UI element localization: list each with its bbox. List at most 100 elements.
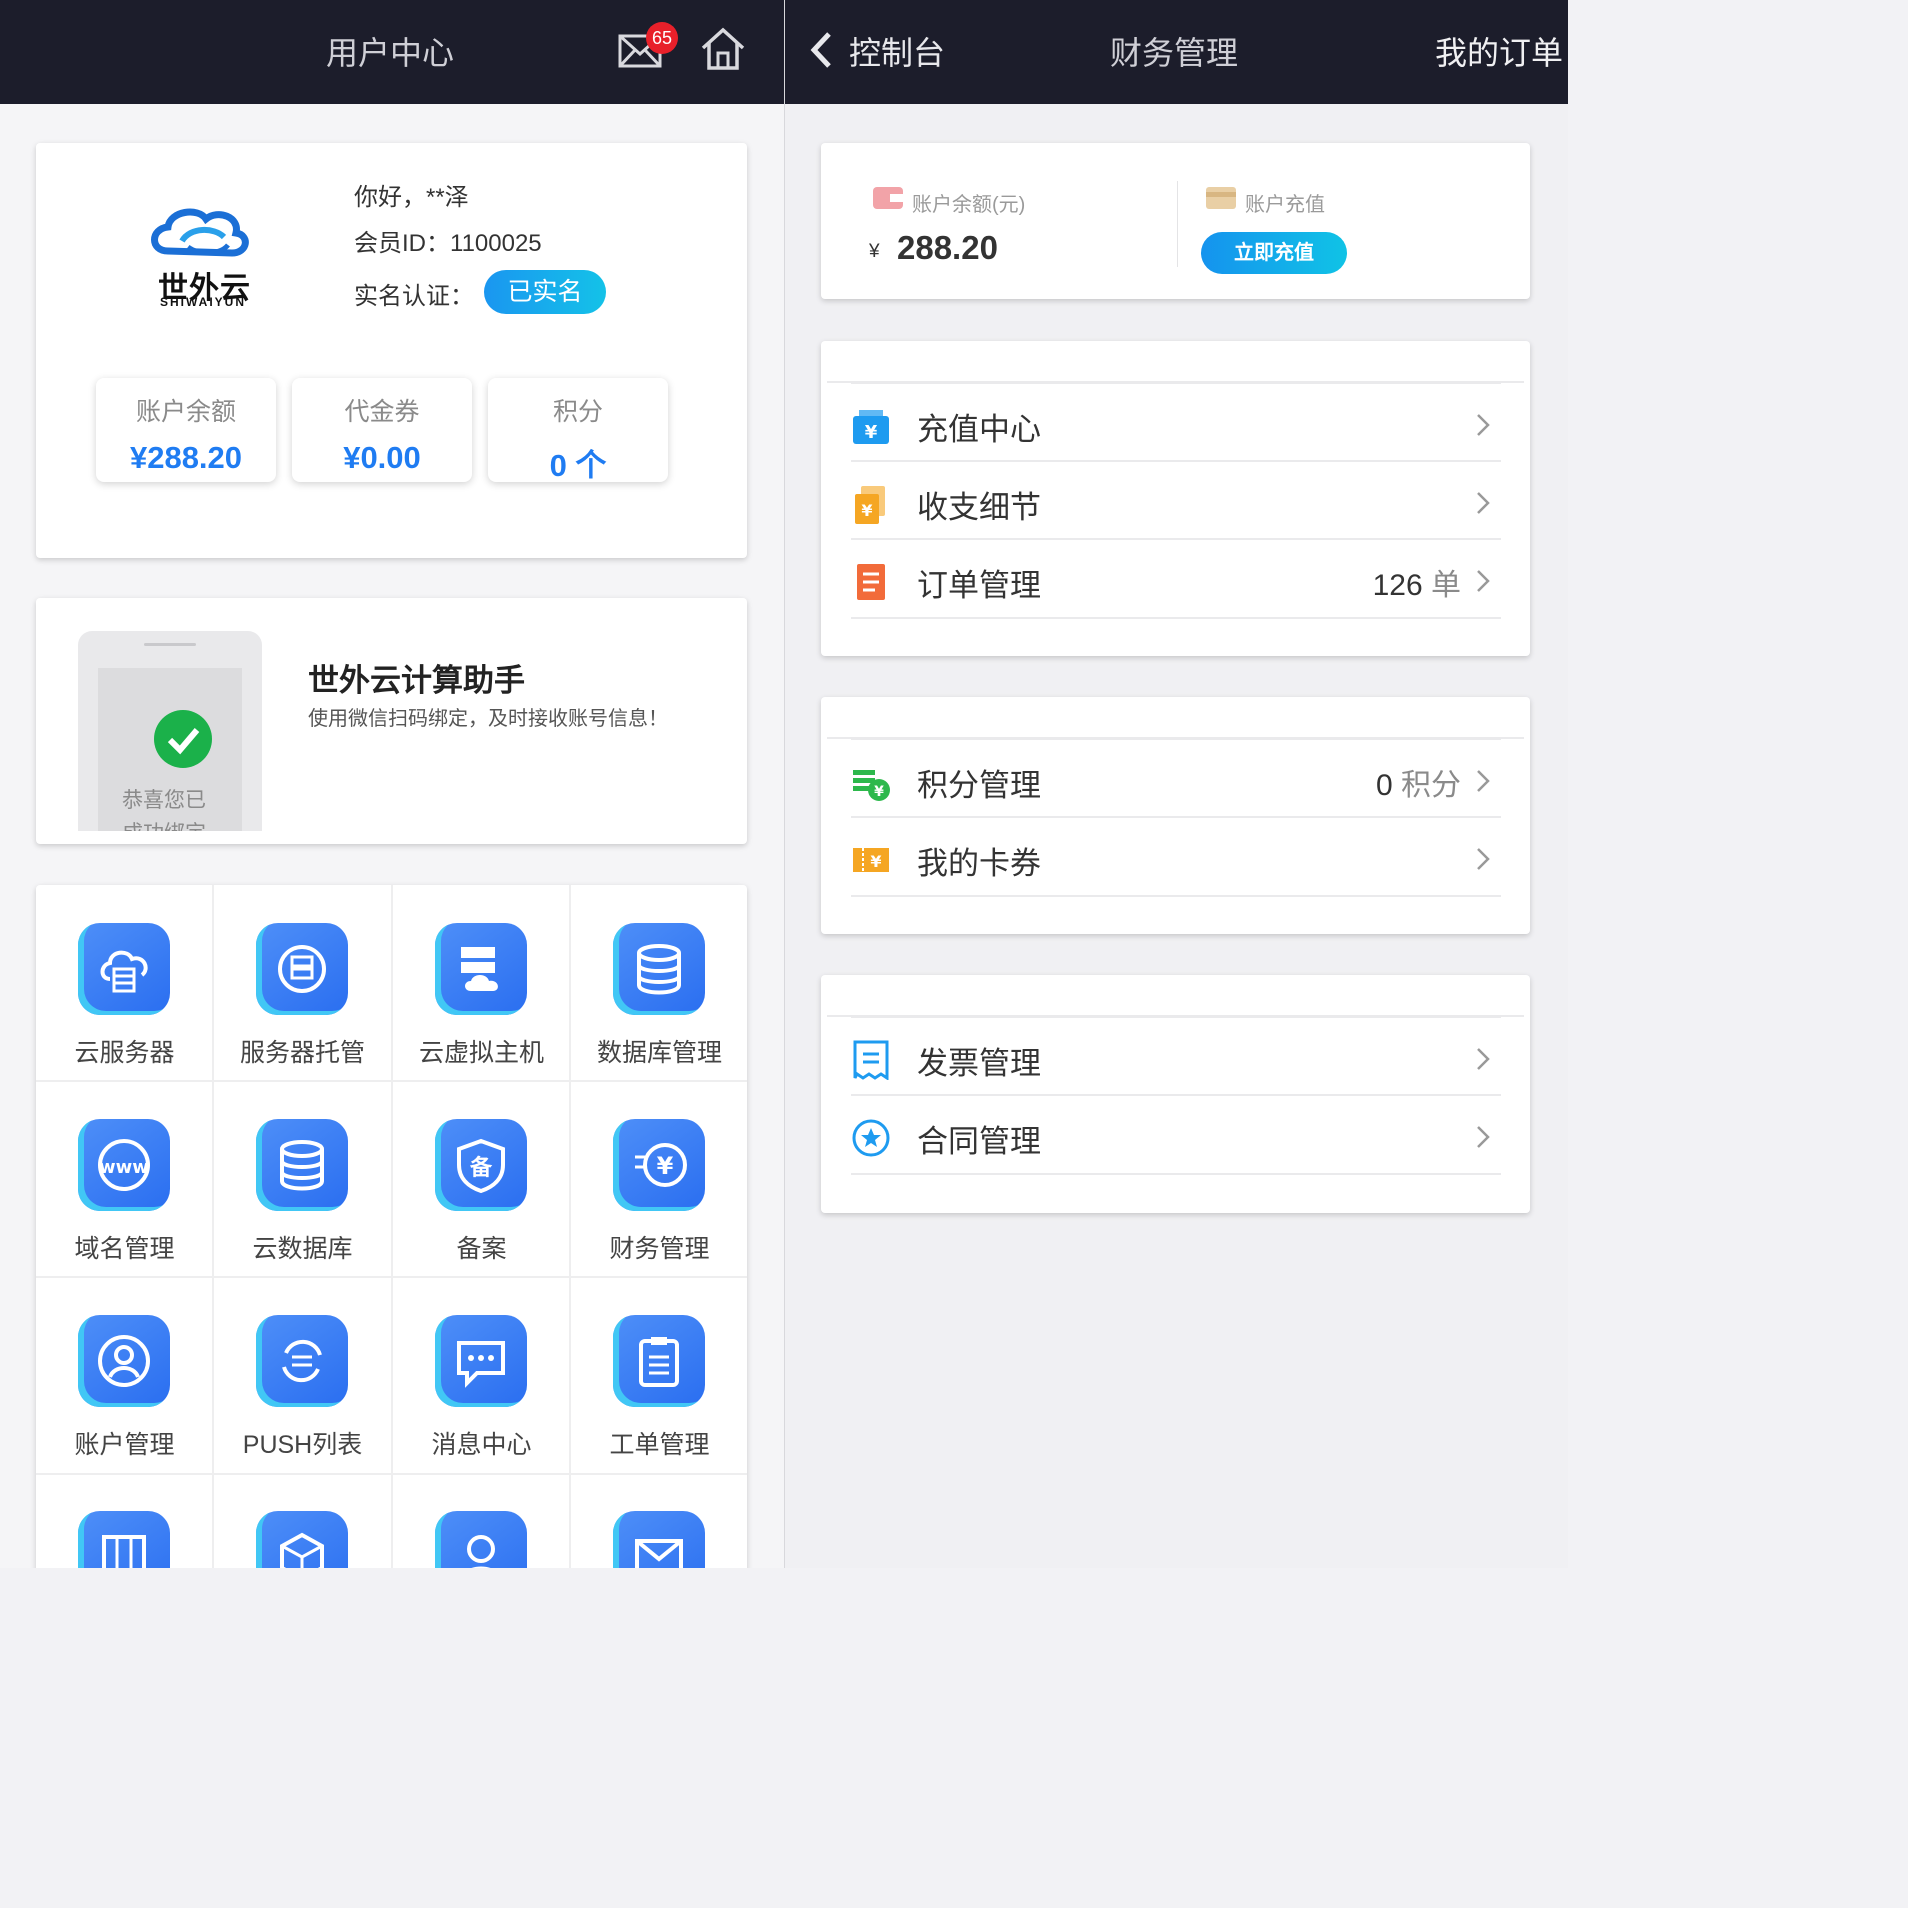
balance-card: 账户余额(元) ¥ 288.20 账户充值 立即充值 xyxy=(821,143,1530,299)
wechat-desc: 使用微信扫码绑定，及时接收账号信息！ xyxy=(308,708,668,730)
account-icon xyxy=(78,1315,170,1407)
greeting: 你好，**泽 xyxy=(354,184,469,211)
stat-label: 账户余额 xyxy=(135,398,236,426)
user-center-panel: 用户中心 65 世外云 SHIWAIYUN 你好，**泽 会员ID：110002… xyxy=(0,0,784,1568)
card-icon xyxy=(1206,187,1236,209)
www-icon: www xyxy=(78,1119,170,1211)
menu-card-2: ¥ 积分管理 0 积分 ¥ 我的卡券 xyxy=(821,697,1530,934)
bind-line-2: 成功绑定 xyxy=(122,817,252,831)
back-chevron-icon[interactable] xyxy=(807,30,837,70)
recharge-label: 账户充值 xyxy=(1245,194,1325,216)
unread-badge: 65 xyxy=(646,22,678,54)
finance-icon: ¥ xyxy=(613,1119,705,1211)
menu-row[interactable]: ¥ 充值中心 xyxy=(851,382,1501,461)
chevron-right-icon xyxy=(1477,414,1490,436)
wechat-title: 世外云计算助手 xyxy=(308,663,525,698)
grid-item[interactable]: 工单管理 xyxy=(571,1277,748,1473)
svg-text:备: 备 xyxy=(469,1155,493,1181)
grid-item[interactable]: 服务器托管 xyxy=(214,885,391,1081)
grid-item[interactable]: www 域名管理 xyxy=(36,1081,213,1277)
menu-row-value-group: 126 单 xyxy=(1373,560,1461,604)
chevron-right-icon xyxy=(1477,770,1490,792)
message-icon xyxy=(435,1315,527,1407)
menu-row[interactable]: 合同管理 xyxy=(851,1094,1501,1175)
grid-item[interactable]: ¥ 财务管理 xyxy=(571,1081,748,1277)
grid-item-label: 云虚拟主机 xyxy=(418,1039,544,1067)
stat-label: 积分 xyxy=(552,398,603,426)
points-icon: ¥ xyxy=(853,770,890,801)
menu-row-label: 合同管理 xyxy=(917,1124,1041,1159)
grid-item[interactable] xyxy=(393,1473,570,1568)
bind-success-text: 恭喜您已 成功绑定 xyxy=(118,784,252,831)
back-link[interactable]: 控制台 xyxy=(849,28,945,74)
ticket-icon xyxy=(613,1315,705,1407)
grid-item[interactable]: 数据库管理 xyxy=(571,885,748,1081)
menu-row-value: 126 xyxy=(1372,569,1423,602)
svg-text:¥: ¥ xyxy=(861,501,872,520)
menu-card-3: 发票管理合同管理 xyxy=(821,975,1530,1213)
grid-item[interactable]: 云数据库 xyxy=(214,1081,391,1277)
finance-panel: 控制台 财务管理 我的订单 账户余额(元) ¥ 288.20 账户充值 立即充值… xyxy=(785,0,1568,1568)
wechat-bind-card: 恭喜您已 成功绑定 世外云计算助手 使用微信扫码绑定，及时接收账号信息！ xyxy=(36,598,747,844)
grid-item-label: 数据库管理 xyxy=(596,1039,722,1067)
wallet-icon xyxy=(873,187,903,209)
menu-row[interactable]: 发票管理 xyxy=(851,1016,1501,1095)
chevron-right-icon xyxy=(1477,1126,1490,1148)
stat-balance[interactable]: 账户余额 ¥288.20 xyxy=(96,378,276,482)
menu-row[interactable]: ¥ 积分管理 0 积分 xyxy=(851,738,1501,817)
push-icon xyxy=(256,1315,348,1407)
grid-item-label: 服务器托管 xyxy=(239,1039,365,1067)
stat-voucher[interactable]: 代金券 ¥0.00 xyxy=(292,378,472,482)
grid-item[interactable] xyxy=(36,1473,213,1568)
my-orders-link[interactable]: 我的订单 xyxy=(1435,28,1563,74)
grid-item-label: PUSH列表 xyxy=(242,1431,363,1459)
recharge-now-button[interactable]: 立即充值 xyxy=(1201,232,1347,274)
brand-logo: 世外云 SHIWAIYUN xyxy=(128,203,288,313)
database-icon xyxy=(613,923,705,1015)
page-title: 用户中心 xyxy=(326,35,455,71)
support-icon xyxy=(435,1511,527,1568)
grid-item-label: 财务管理 xyxy=(609,1235,710,1263)
realname-status-button[interactable]: 已实名 xyxy=(484,270,606,314)
grid-item[interactable]: 备备案 xyxy=(393,1081,570,1277)
grid-item[interactable]: 云虚拟主机 xyxy=(393,885,570,1081)
menu-row-unit: 单 xyxy=(1431,569,1461,602)
income-expense-icon: ¥ xyxy=(855,486,885,524)
menu-row-value-group: 0 积分 xyxy=(1376,760,1461,804)
grid-item[interactable] xyxy=(214,1473,391,1568)
grid-item[interactable]: 云服务器 xyxy=(36,885,213,1081)
svg-text:www: www xyxy=(99,1157,149,1178)
contract-icon xyxy=(852,1119,890,1157)
chevron-right-icon xyxy=(1477,848,1490,870)
bind-line-1: 恭喜您已 xyxy=(122,789,206,812)
svg-text:¥: ¥ xyxy=(870,852,881,871)
grid-item[interactable] xyxy=(571,1473,748,1568)
logo-sub-text: SHIWAIYUN xyxy=(160,295,247,309)
menu-row-value: 0 xyxy=(1375,769,1393,802)
menu-row-label: 我的卡券 xyxy=(917,846,1041,881)
phone-illustration: 恭喜您已 成功绑定 xyxy=(78,631,262,831)
menu-card-1: ¥ 充值中心 ¥ 收支细节 订单管理 126 单 xyxy=(821,341,1530,656)
user-info-card: 世外云 SHIWAIYUN 你好，**泽 会员ID：1100025 实名认证： … xyxy=(36,143,747,558)
home-icon[interactable] xyxy=(700,26,746,72)
menu-row[interactable]: ¥ 我的卡券 xyxy=(851,816,1501,897)
grid-item[interactable]: PUSH列表 xyxy=(214,1277,391,1473)
stat-points[interactable]: 积分 0 个 xyxy=(488,378,668,483)
grid-item-label: 云服务器 xyxy=(74,1039,175,1067)
menu-row[interactable]: 订单管理 126 单 xyxy=(851,538,1501,619)
stat-value: ¥288.20 xyxy=(129,440,243,475)
coupon-icon: ¥ xyxy=(853,848,889,872)
page-title: 财务管理 xyxy=(1110,35,1239,71)
balance-label: 账户余额(元) xyxy=(912,194,1026,216)
grid-item[interactable]: 账户管理 xyxy=(36,1277,213,1473)
member-id: 会员ID：1100025 xyxy=(354,230,542,257)
phone-notch xyxy=(144,643,196,646)
menu-row-label: 充值中心 xyxy=(917,412,1041,447)
order-icon xyxy=(857,564,885,600)
balance-value: 288.20 xyxy=(897,229,998,266)
menu-row[interactable]: ¥ 收支细节 xyxy=(851,460,1501,539)
grid-item[interactable]: 消息中心 xyxy=(393,1277,570,1473)
grid-item-label: 域名管理 xyxy=(74,1235,175,1263)
check-icon xyxy=(154,710,212,768)
service-grid: 云服务器 服务器托管 云虚拟主机 数据库管理 www 域名管理 云数据库 备备案 ¥ 财务管理账户… xyxy=(36,885,747,1568)
